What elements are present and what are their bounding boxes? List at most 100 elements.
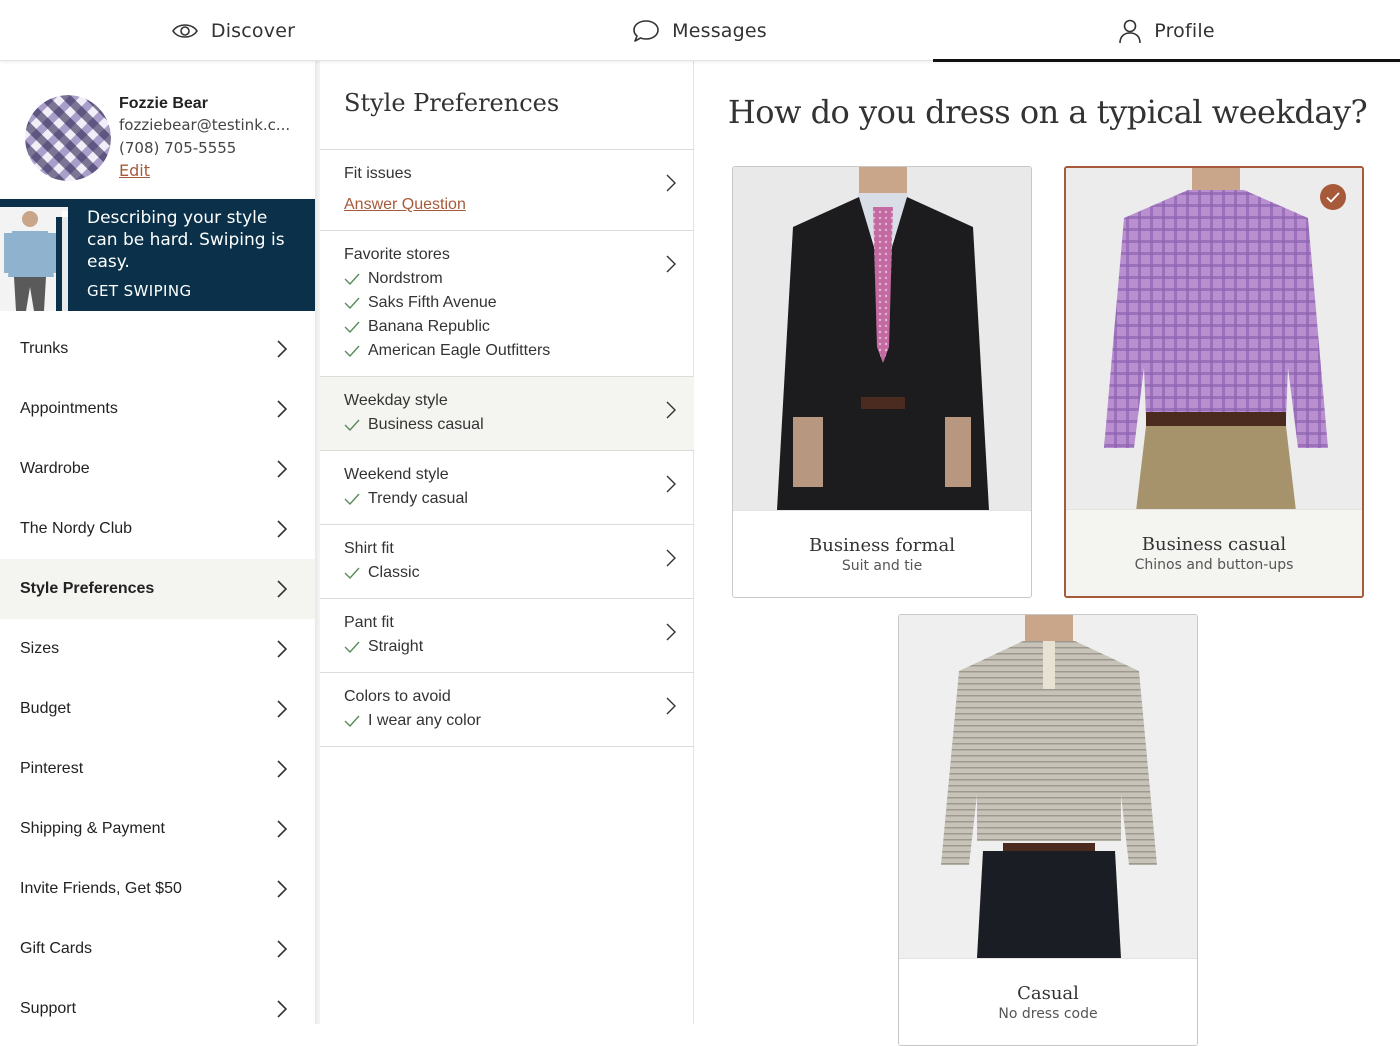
chevron-right-icon: [277, 880, 287, 898]
sidebar-item-sizes[interactable]: Sizes: [0, 619, 315, 679]
option-title: Business formal: [809, 535, 955, 556]
sidebar-item-shipping-payment[interactable]: Shipping & Payment: [0, 799, 315, 859]
option-subtitle: Suit and tie: [841, 558, 923, 574]
profile-email: fozziebear@testink.c...: [119, 116, 291, 134]
page-title: Style Preferences: [344, 89, 560, 117]
sidebar-item-label: Appointments: [20, 400, 118, 417]
sidebar-item-label: The Nordy Club: [20, 520, 133, 537]
tab-discover[interactable]: Discover: [0, 0, 466, 61]
sidebar-item-gift-cards[interactable]: Gift Cards: [0, 919, 315, 979]
pref-value-text: Nordstrom: [368, 270, 443, 287]
promo-text: Describing your style can be hard. Swipi…: [87, 208, 285, 272]
checkmark-icon: [344, 345, 360, 357]
chat-bubble-icon: [632, 19, 660, 43]
sidebar-item-label: Sizes: [20, 640, 60, 657]
pref-value: Saks Fifth Avenue: [344, 293, 670, 313]
option-card-casual[interactable]: Casual No dress code: [898, 614, 1198, 1046]
sidebar-menu: Trunks Appointments Wardrobe The Nordy C…: [0, 319, 315, 1039]
chevron-right-icon: [666, 174, 676, 192]
edit-profile-link[interactable]: Edit: [119, 161, 150, 180]
pref-shirt-fit[interactable]: Shirt fit Classic: [320, 525, 694, 599]
option-caption: Business casual Chinos and button-ups: [1066, 509, 1362, 596]
pref-value-text: I wear any color: [368, 712, 481, 729]
checkmark-icon: [344, 641, 360, 653]
chevron-right-icon: [277, 520, 287, 538]
promo-model-image: [0, 207, 68, 311]
pref-weekday-style[interactable]: Weekday style Business casual: [320, 377, 694, 451]
pref-label: Fit issues: [344, 165, 412, 182]
pref-label: Favorite stores: [344, 246, 450, 263]
pref-value: Trendy casual: [344, 489, 670, 509]
option-caption: Casual No dress code: [899, 958, 1197, 1045]
checkmark-icon: [344, 567, 360, 579]
sidebar-item-label: Budget: [20, 700, 71, 717]
pref-value: Classic: [344, 563, 670, 583]
option-image-button-up: [1066, 168, 1362, 511]
pref-value-text: Saks Fifth Avenue: [368, 294, 497, 311]
option-title: Business casual: [1141, 534, 1287, 555]
sidebar-item-style-preferences[interactable]: Style Preferences: [0, 559, 315, 619]
pref-label: Weekday style: [344, 392, 448, 409]
sidebar-item-nordy-club[interactable]: The Nordy Club: [0, 499, 315, 559]
pref-weekend-style[interactable]: Weekend style Trendy casual: [320, 451, 694, 525]
pref-value: I wear any color: [344, 711, 670, 731]
chevron-right-icon: [277, 460, 287, 478]
sidebar-item-label: Style Preferences: [20, 580, 155, 597]
person-icon: [1118, 18, 1142, 44]
profile-name: Fozzie Bear: [119, 95, 208, 112]
pref-value-text: American Eagle Outfitters: [368, 342, 551, 359]
sidebar-item-trunks[interactable]: Trunks: [0, 319, 315, 379]
chevron-right-icon: [666, 255, 676, 273]
chevron-right-icon: [666, 475, 676, 493]
tab-messages[interactable]: Messages: [466, 0, 933, 61]
chevron-right-icon: [277, 580, 287, 598]
pref-label: Shirt fit: [344, 540, 394, 557]
option-caption: Business formal Suit and tie: [733, 510, 1031, 597]
sidebar-item-label: Wardrobe: [20, 460, 90, 477]
tab-profile[interactable]: Profile: [933, 0, 1400, 62]
option-card-business-formal[interactable]: Business formal Suit and tie: [732, 166, 1032, 598]
pref-value: Nordstrom: [344, 269, 670, 289]
pref-value: Straight: [344, 637, 670, 657]
option-card-business-casual[interactable]: Business casual Chinos and button-ups: [1064, 166, 1364, 598]
sidebar-item-label: Shipping & Payment: [20, 820, 165, 837]
sidebar-item-pinterest[interactable]: Pinterest: [0, 739, 315, 799]
sidebar-item-budget[interactable]: Budget: [0, 679, 315, 739]
get-swiping-button[interactable]: GET SWIPING: [87, 282, 192, 300]
pref-label: Colors to avoid: [344, 688, 451, 705]
chevron-right-icon: [277, 940, 287, 958]
tab-label: Discover: [210, 19, 296, 42]
pref-label: Weekend style: [344, 466, 449, 483]
question-panel: How do you dress on a typical weekday? B…: [695, 61, 1400, 1046]
selected-check-icon: [1320, 184, 1346, 210]
tab-label: Profile: [1154, 19, 1215, 42]
option-subtitle: No dress code: [998, 1006, 1098, 1022]
chevron-right-icon: [277, 1000, 287, 1018]
sidebar-item-wardrobe[interactable]: Wardrobe: [0, 439, 315, 499]
pref-pant-fit[interactable]: Pant fit Straight: [320, 599, 694, 673]
sidebar-item-label: Invite Friends, Get $50: [20, 880, 182, 897]
pref-value-text: Banana Republic: [368, 318, 490, 335]
option-subtitle: Chinos and button-ups: [1134, 557, 1294, 573]
pref-colors-to-avoid[interactable]: Colors to avoid I wear any color: [320, 673, 694, 747]
chevron-right-icon: [666, 623, 676, 641]
sidebar: Fozzie Bear fozziebear@testink.c... (708…: [0, 61, 315, 1024]
checkmark-icon: [344, 297, 360, 309]
sidebar-item-appointments[interactable]: Appointments: [0, 379, 315, 439]
sidebar-item-invite-friends[interactable]: Invite Friends, Get $50: [0, 859, 315, 919]
pref-value: Business casual: [344, 415, 670, 435]
swiping-promo-banner[interactable]: Describing your style can be hard. Swipi…: [0, 199, 315, 311]
chevron-right-icon: [666, 549, 676, 567]
chevron-right-icon: [277, 820, 287, 838]
answer-question-link[interactable]: Answer Question: [344, 195, 670, 215]
pref-favorite-stores[interactable]: Favorite stores Nordstrom Saks Fifth Ave…: [320, 231, 694, 377]
sidebar-item-support[interactable]: Support: [0, 979, 315, 1039]
tab-label: Messages: [672, 19, 767, 42]
pref-fit-issues[interactable]: Fit issues Answer Question: [320, 150, 694, 231]
preferences-list: Fit issues Answer Question Favorite stor…: [320, 150, 694, 747]
sidebar-item-label: Gift Cards: [20, 940, 93, 957]
option-image-suit: [733, 167, 1031, 510]
checkmark-icon: [344, 493, 360, 505]
question-title: How do you dress on a typical weekday?: [727, 93, 1368, 131]
profile-summary: Fozzie Bear fozziebear@testink.c... (708…: [0, 61, 315, 199]
